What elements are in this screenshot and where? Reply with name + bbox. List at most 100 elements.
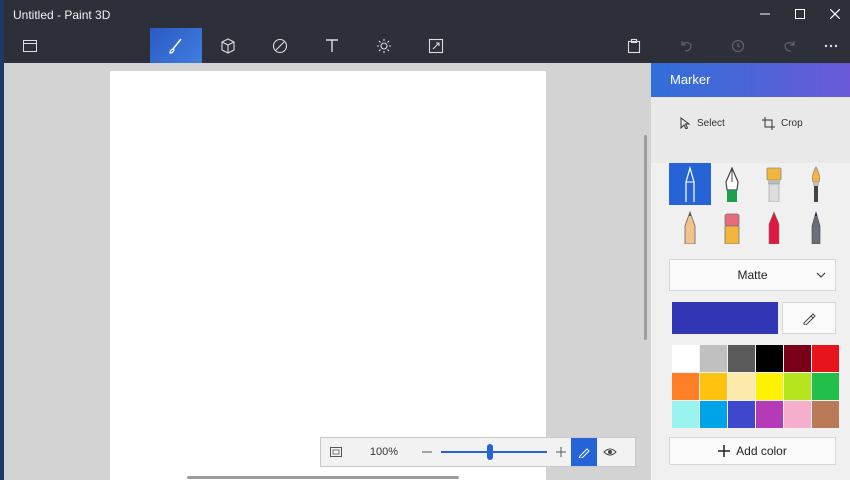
tool-text-button[interactable] (306, 28, 358, 63)
top-toolbar (4, 28, 850, 63)
tool-stickers-button[interactable] (254, 28, 306, 63)
panel-actions: Select Crop (651, 97, 850, 163)
crayon-icon (768, 211, 780, 244)
palette-swatch[interactable] (700, 401, 727, 428)
brush-crayon[interactable] (753, 205, 795, 247)
eyedropper-button[interactable] (782, 302, 836, 334)
brush-marker[interactable] (669, 163, 711, 205)
palette-swatch[interactable] (784, 401, 811, 428)
close-icon (830, 9, 840, 19)
finish-dropdown[interactable]: Matte (669, 259, 836, 291)
palette-swatch[interactable] (700, 373, 727, 400)
brush-grid (669, 163, 839, 247)
palette-swatch[interactable] (672, 401, 699, 428)
crop-label: Crop (781, 118, 803, 129)
plus-icon (556, 447, 566, 457)
text-icon (326, 38, 338, 52)
brush-watercolor[interactable] (795, 163, 837, 205)
cube-icon (221, 37, 235, 54)
pencil-icon (578, 448, 590, 458)
crop-button[interactable]: Crop (762, 117, 803, 130)
close-button[interactable] (820, 4, 850, 24)
palette-swatch[interactable] (812, 373, 839, 400)
drawing-canvas[interactable] (110, 71, 546, 480)
palette-swatch[interactable] (812, 401, 839, 428)
palette-swatch[interactable] (728, 345, 755, 372)
horizontal-scrollbar[interactable] (187, 476, 459, 479)
tool-canvas-button[interactable] (410, 28, 462, 63)
oil-brush-icon (766, 167, 782, 202)
select-label: Select (697, 117, 725, 129)
brush-eraser[interactable] (711, 205, 753, 247)
redo-icon (784, 40, 795, 52)
palette-swatch[interactable] (672, 373, 699, 400)
canvas-resize-icon (428, 38, 444, 53)
pencil-brush-icon (684, 210, 696, 244)
pixel-pen-icon (811, 210, 821, 244)
paint3d-window: Untitled - Paint 3D 100% Marker Select C… (4, 0, 850, 480)
maximize-icon (795, 9, 805, 19)
history-button[interactable] (712, 28, 764, 63)
palette-swatch[interactable] (784, 373, 811, 400)
tool-3d-shapes-button[interactable] (202, 28, 254, 63)
brush-pixel-pen[interactable] (795, 205, 837, 247)
brush-icon (169, 38, 182, 54)
brush-oil[interactable] (753, 163, 795, 205)
palette-swatch[interactable] (812, 345, 839, 372)
history-icon (731, 39, 745, 52)
zoom-bar: 100% (320, 437, 636, 467)
fit-screen-button[interactable] (321, 438, 351, 466)
menu-icon (23, 39, 37, 52)
palette-swatch[interactable] (756, 401, 783, 428)
sticker-icon (272, 38, 288, 53)
select-cursor-icon (680, 117, 691, 129)
fit-screen-icon (330, 447, 342, 457)
palette-swatch[interactable] (756, 373, 783, 400)
eye-icon (603, 448, 617, 456)
zoom-slider[interactable] (437, 438, 551, 466)
tool-brushes-button[interactable] (150, 28, 202, 63)
tool-effects-button[interactable] (358, 28, 410, 63)
window-title: Untitled - Paint 3D (13, 8, 111, 22)
select-button[interactable]: Select (679, 117, 725, 129)
zoom-slider-thumb[interactable] (487, 444, 493, 460)
panel-title: Marker (651, 63, 850, 97)
maximize-button[interactable] (785, 4, 815, 24)
palette-swatch[interactable] (672, 345, 699, 372)
zoom-in-button[interactable] (551, 438, 571, 466)
chevron-down-icon (816, 272, 826, 278)
more-icon (824, 44, 838, 47)
redo-button[interactable] (764, 28, 816, 63)
view-mode-button[interactable] (597, 438, 623, 466)
minimize-button[interactable] (750, 4, 780, 24)
brush-pencil[interactable] (669, 205, 711, 247)
plus-icon (718, 445, 731, 457)
paste-button[interactable] (608, 28, 660, 63)
palette-swatch[interactable] (700, 345, 727, 372)
watercolor-brush-icon (812, 166, 820, 202)
add-color-button[interactable]: Add color (669, 437, 836, 465)
more-button[interactable] (812, 28, 850, 63)
zoom-slider-track (441, 451, 547, 453)
add-color-label: Add color (736, 444, 787, 458)
paste-icon (627, 38, 641, 53)
color-palette (672, 345, 839, 429)
menu-button[interactable] (4, 28, 56, 63)
draw-mode-button[interactable] (571, 438, 597, 466)
title-bar: Untitled - Paint 3D (4, 0, 850, 28)
palette-swatch[interactable] (728, 373, 755, 400)
current-color-swatch[interactable] (672, 302, 778, 334)
brush-calligraphy-pen[interactable] (711, 163, 753, 205)
undo-icon (681, 40, 692, 52)
zoom-out-button[interactable] (417, 438, 437, 466)
minus-icon (422, 451, 432, 453)
eyedropper-icon (803, 313, 816, 325)
undo-button[interactable] (660, 28, 712, 63)
calligraphy-pen-icon (725, 166, 739, 202)
vertical-scrollbar[interactable] (644, 135, 647, 340)
palette-swatch[interactable] (756, 345, 783, 372)
workspace (4, 63, 651, 480)
palette-swatch[interactable] (784, 345, 811, 372)
finish-value: Matte (737, 268, 768, 282)
palette-swatch[interactable] (728, 401, 755, 428)
